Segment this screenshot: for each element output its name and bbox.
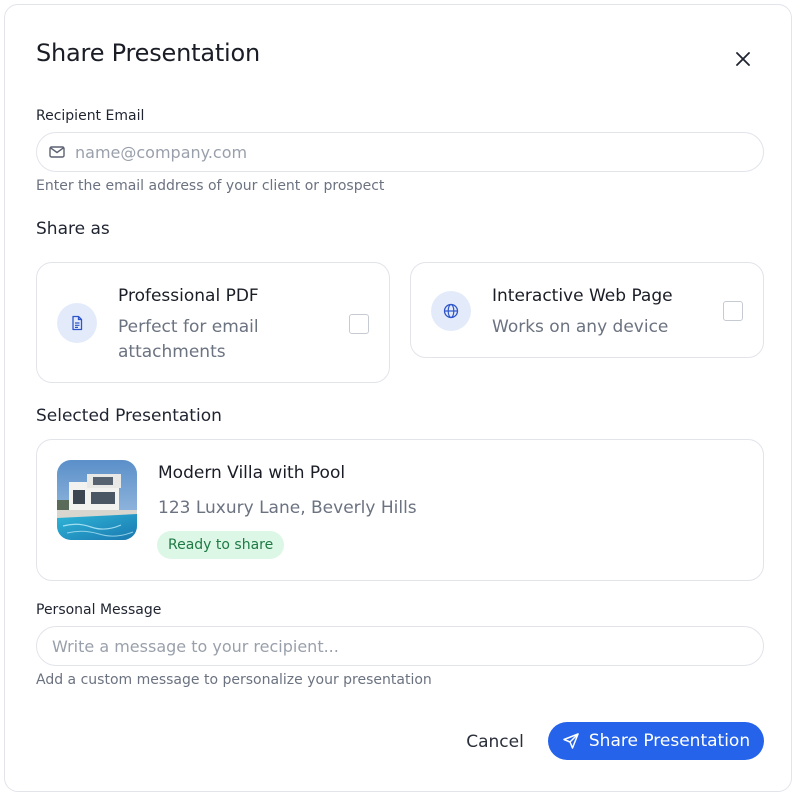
cancel-button[interactable]: Cancel (451, 723, 539, 761)
pdf-checkbox[interactable] (349, 314, 369, 334)
share-presentation-button[interactable]: Share Presentation (548, 722, 764, 760)
status-badge: Ready to share (157, 531, 285, 559)
personal-message-helper: Add a custom message to personalize your… (36, 672, 432, 688)
option-web-description: Works on any device (492, 317, 669, 337)
document-icon (57, 303, 97, 343)
option-interactive-web-page[interactable]: Interactive Web Page Works on any device (410, 262, 764, 358)
option-professional-pdf[interactable]: Professional PDF Perfect for email attac… (36, 262, 390, 383)
personal-message-field[interactable] (36, 626, 764, 666)
share-dialog: Share Presentation Recipient Email Enter… (4, 4, 792, 792)
dialog-title: Share Presentation (36, 39, 261, 67)
selected-presentation-card: Modern Villa with Pool 123 Luxury Lane, … (36, 439, 764, 581)
close-button[interactable] (731, 47, 755, 71)
selected-presentation-label: Selected Presentation (36, 406, 222, 426)
option-web-title: Interactive Web Page (492, 286, 673, 306)
send-icon (563, 733, 579, 749)
share-as-label: Share as (36, 219, 110, 239)
recipient-email-label: Recipient Email (36, 108, 145, 124)
close-icon (736, 52, 750, 66)
personal-message-input[interactable] (52, 627, 763, 665)
share-button-label: Share Presentation (588, 731, 751, 751)
personal-message-label: Personal Message (36, 602, 162, 618)
mail-icon (48, 143, 66, 161)
recipient-email-field[interactable] (36, 132, 764, 172)
option-pdf-title: Professional PDF (118, 286, 259, 306)
presentation-title: Modern Villa with Pool (158, 463, 346, 483)
web-checkbox[interactable] (723, 301, 743, 321)
presentation-address: 123 Luxury Lane, Beverly Hills (158, 498, 417, 518)
presentation-thumbnail (57, 460, 137, 540)
option-pdf-description: Perfect for email attachments (118, 317, 259, 362)
globe-icon (431, 291, 471, 331)
recipient-email-helper: Enter the email address of your client o… (36, 178, 385, 194)
recipient-email-input[interactable] (75, 133, 763, 171)
